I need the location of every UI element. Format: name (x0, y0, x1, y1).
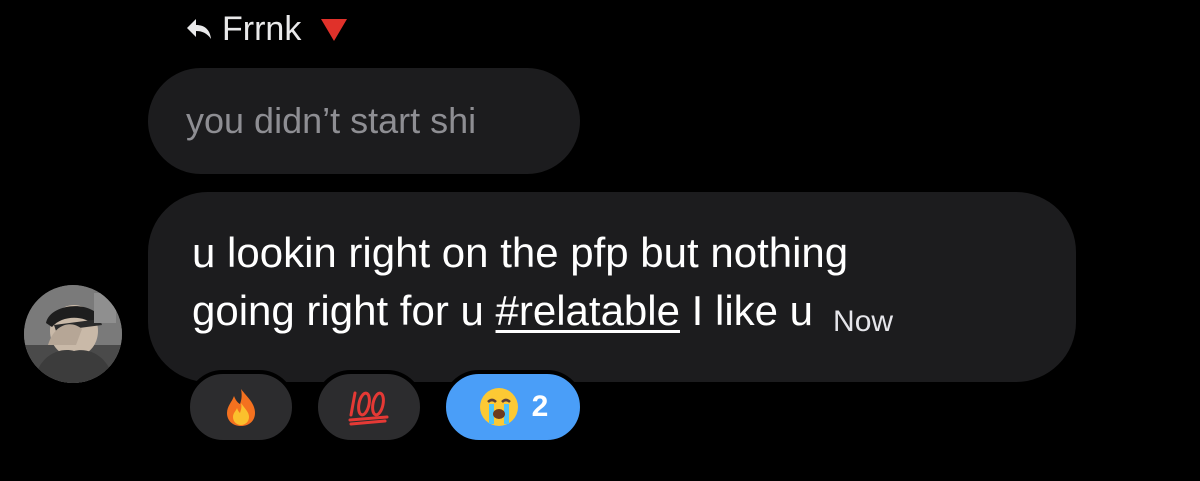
reaction-count: 2 (531, 390, 549, 423)
message-line-2: going right for u #relatable I like u Now (192, 282, 1076, 345)
message-bubble[interactable]: u lookin right on the pfp but nothing go… (148, 192, 1076, 382)
message-line-1: u lookin right on the pfp but nothing (192, 229, 849, 276)
red-triangle-down-icon (311, 16, 349, 42)
avatar[interactable] (24, 285, 122, 383)
message-line-2-suffix: I like u (679, 287, 814, 334)
reply-arrow-icon (186, 18, 212, 40)
quoted-message-bubble[interactable]: you didn’t start shi (148, 68, 580, 174)
reply-header[interactable]: Frrnk (186, 8, 349, 50)
reactions-bar: 2 (186, 370, 584, 444)
reply-to-name: Frrnk (222, 9, 302, 48)
reaction-fire[interactable] (186, 370, 296, 444)
fire-emoji-icon (221, 387, 261, 427)
reaction-hundred[interactable] (314, 370, 424, 444)
loudly-crying-face-emoji-icon (478, 386, 520, 428)
hundred-points-emoji-icon (347, 387, 391, 427)
hashtag-link[interactable]: #relatable (496, 287, 680, 334)
quoted-message-text: you didn’t start shi (186, 100, 477, 141)
reaction-crying[interactable]: 2 (442, 370, 584, 444)
message-line-2-prefix: going right for u (192, 287, 496, 334)
message-timestamp: Now (833, 305, 894, 338)
